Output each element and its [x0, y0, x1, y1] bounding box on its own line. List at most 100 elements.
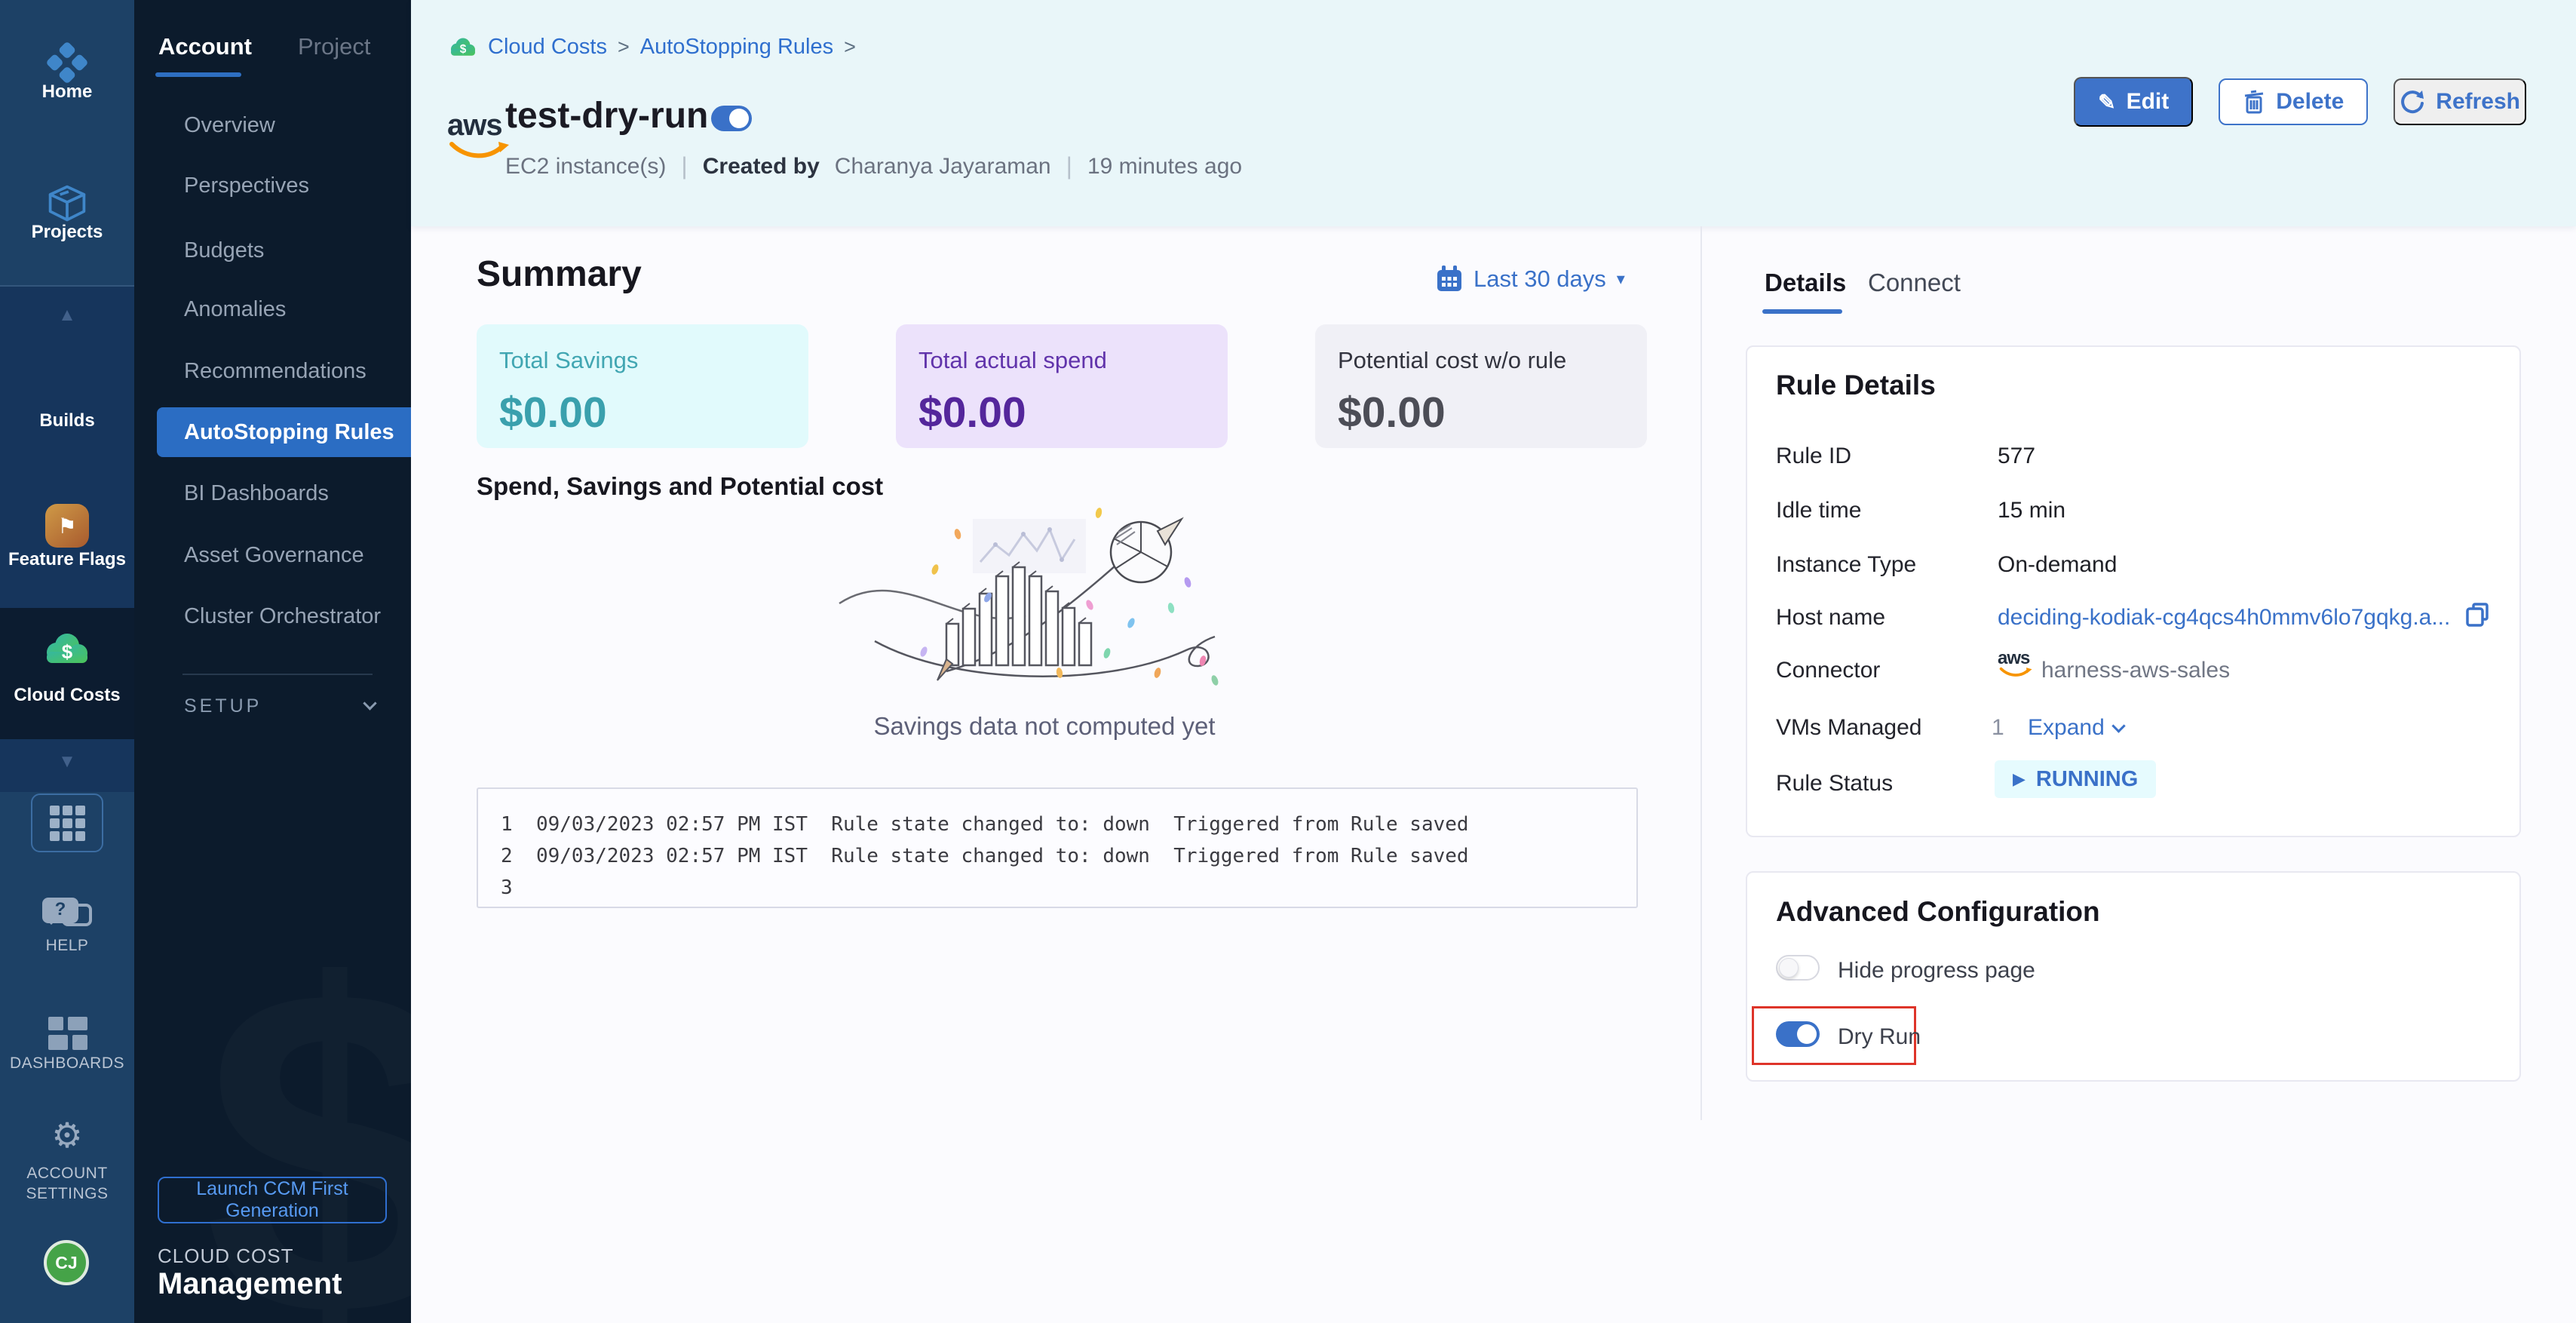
total-actual-spend-card: Total actual spend $0.00 [896, 324, 1228, 448]
connector-label: Connector [1776, 658, 1880, 683]
host-name-link[interactable]: deciding-kodiak-cg4qcs4h0mmv6lo7gqkg.a..… [1998, 605, 2450, 631]
total-savings-label: Total Savings [499, 347, 808, 374]
rule-status-label: Rule Status [1776, 771, 1893, 797]
empty-savings-message: Savings data not computed yet [833, 712, 1256, 741]
svg-text:$: $ [62, 640, 73, 663]
tab-connect[interactable]: Connect [1868, 269, 1961, 297]
brand-name: Management [158, 1267, 342, 1301]
panel-divider [1700, 226, 1702, 1120]
aws-smile-icon [1998, 667, 2034, 677]
breadcrumb-separator: > [844, 35, 856, 59]
chevron-down-icon [363, 696, 376, 710]
tab-project[interactable]: Project [298, 33, 370, 60]
dashboards-label[interactable]: DASHBOARDS [0, 1054, 134, 1073]
tab-details-underline [1762, 309, 1842, 314]
rule-status-value: RUNNING [2036, 767, 2138, 792]
module-selector-button[interactable] [31, 793, 103, 852]
rule-id-label: Rule ID [1776, 444, 1851, 469]
vms-expand-link[interactable]: Expand [2028, 715, 2105, 741]
created-by-value: Charanya Jayaraman [835, 154, 1051, 180]
nav-item-recommendations[interactable]: Recommendations [184, 359, 366, 384]
refresh-button[interactable]: Refresh [2394, 78, 2526, 125]
toggle-knob [1779, 958, 1799, 978]
log-line: 1 09/03/2023 02:57 PM IST Rule state cha… [501, 809, 1614, 840]
summary-cards: Total Savings $0.00 Total actual spend $… [477, 324, 1647, 448]
help-button[interactable]: ? [42, 898, 92, 932]
sidebar-item-feature-flags-label[interactable]: Feature Flags [0, 549, 134, 570]
sidebar-item-cloud-costs-label[interactable]: Cloud Costs [0, 685, 134, 706]
header-actions: ✎ Edit Delete Refresh [2074, 77, 2526, 127]
summary-heading: Summary [477, 253, 642, 295]
module-sidebar: Home Projects ▲ Builds ⚑ Feature Flags $… [0, 0, 134, 1323]
caret-down-icon: ▾ [1617, 269, 1625, 289]
hide-progress-toggle[interactable] [1776, 955, 1820, 981]
nav-item-overview[interactable]: Overview [184, 113, 275, 138]
idle-time-value: 15 min [1998, 498, 2065, 523]
date-range-selector[interactable]: Last 30 days ▾ [1436, 266, 1625, 293]
nav-item-cluster-orchestrator[interactable]: Cluster Orchestrator [184, 604, 381, 629]
created-age: 19 minutes ago [1087, 154, 1242, 180]
rule-status-badge: ▶ RUNNING [1995, 760, 2156, 798]
chart-section-heading: Spend, Savings and Potential cost [477, 472, 883, 501]
calendar-icon [1436, 266, 1463, 293]
dashboards-icon [48, 1017, 63, 1030]
sidebar-item-projects-label[interactable]: Projects [0, 222, 134, 243]
edit-button[interactable]: ✎ Edit [2074, 77, 2193, 127]
help-chat-icon: ? [42, 898, 78, 923]
potential-cost-label: Potential cost w/o rule [1338, 347, 1647, 374]
dashboards-button[interactable] [48, 1017, 87, 1050]
nav-item-budgets[interactable]: Budgets [184, 238, 264, 263]
nav-item-bi-dashboards[interactable]: BI Dashboards [184, 481, 329, 506]
sidebar-item-builds-label[interactable]: Builds [0, 410, 134, 431]
rule-subtitle: EC2 instance(s) | Created by Charanya Ja… [505, 152, 1242, 180]
nav-setup[interactable]: SETUP [184, 695, 375, 717]
collapse-up-icon[interactable]: ▲ [0, 305, 134, 326]
tab-details[interactable]: Details [1765, 269, 1846, 297]
gear-icon[interactable]: ⚙ [0, 1115, 134, 1156]
hide-progress-label: Hide progress page [1838, 958, 2035, 984]
nav-item-asset-governance[interactable]: Asset Governance [184, 543, 364, 568]
breadcrumb: $ Cloud Costs > AutoStopping Rules > [449, 35, 856, 60]
rule-details-title: Rule Details [1776, 370, 1936, 401]
advanced-configuration-title: Advanced Configuration [1776, 896, 2100, 928]
module-selected-bg [0, 608, 134, 739]
breadcrumb-separator: > [618, 35, 630, 59]
breadcrumb-cloud-costs[interactable]: Cloud Costs [488, 35, 607, 60]
copy-icon[interactable] [2464, 600, 2492, 629]
rule-id-value: 577 [1998, 444, 2035, 469]
svg-text:$: $ [460, 43, 467, 56]
toggle-knob [729, 109, 749, 128]
nav-item-autostopping-rules[interactable]: AutoStopping Rules [157, 407, 411, 457]
aws-logo-text: aws [447, 112, 511, 139]
instance-type-label: Instance Type [1776, 552, 1916, 578]
total-actual-spend-value: $0.00 [918, 388, 1228, 437]
tab-account-underline [155, 72, 241, 77]
log-line: 3 [501, 872, 1614, 904]
sidebar-item-home-label[interactable]: Home [0, 81, 134, 103]
total-savings-card: Total Savings $0.00 [477, 324, 808, 448]
collapse-down-icon[interactable]: ▼ [0, 751, 134, 772]
aws-smile-icon [447, 140, 511, 160]
rule-activity-log[interactable]: 1 09/03/2023 02:57 PM IST Rule state cha… [477, 787, 1638, 908]
date-range-label: Last 30 days [1474, 266, 1606, 293]
rule-enabled-toggle[interactable] [711, 106, 752, 131]
cloud-costs-breadcrumb-icon: $ [449, 36, 477, 59]
nav-item-anomalies[interactable]: Anomalies [184, 297, 286, 322]
help-label[interactable]: HELP [0, 937, 134, 955]
account-settings-label[interactable]: ACCOUNT SETTINGS [0, 1163, 134, 1205]
play-icon: ▶ [2013, 769, 2026, 789]
projects-icon [44, 183, 90, 225]
nav-item-perspectives[interactable]: Perspectives [184, 173, 309, 198]
launch-ccm-first-gen-button[interactable]: Launch CCM First Generation [158, 1177, 387, 1223]
savings-illustration [833, 490, 1256, 714]
avatar[interactable]: CJ [44, 1240, 89, 1285]
dry-run-toggle[interactable] [1776, 1021, 1820, 1047]
main-content: $ Cloud Costs > AutoStopping Rules > aws… [411, 0, 2576, 1323]
potential-cost-card: Potential cost w/o rule $0.00 [1315, 324, 1647, 448]
connector-aws-text: aws [1998, 650, 2034, 667]
tab-account[interactable]: Account [158, 33, 252, 60]
breadcrumb-autostopping-rules[interactable]: AutoStopping Rules [640, 35, 833, 60]
cloud-costs-icon: $ [43, 631, 91, 668]
delete-button[interactable]: Delete [2219, 78, 2368, 125]
pencil-icon: ✎ [2098, 90, 2115, 115]
